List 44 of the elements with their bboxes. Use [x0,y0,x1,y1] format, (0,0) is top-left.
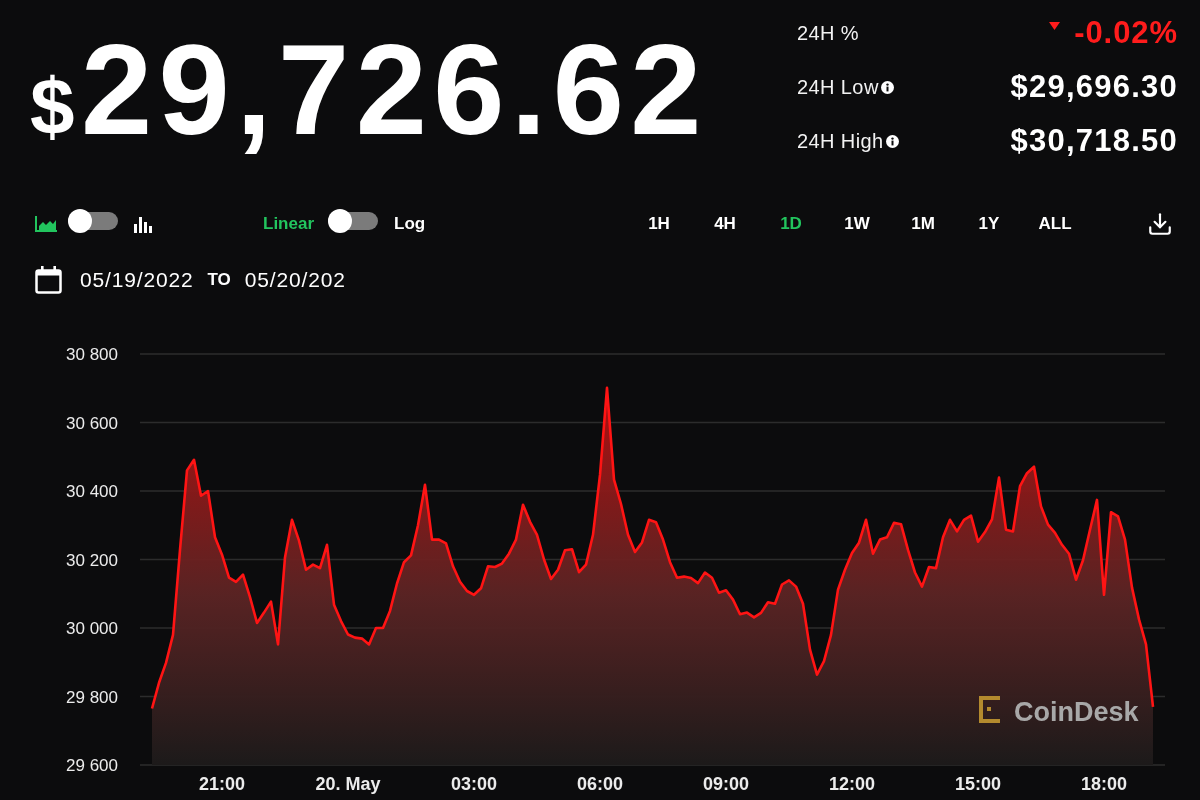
y-axis-label: 30 000 [66,619,118,638]
x-axis-label: 12:00 [829,774,875,794]
x-axis-label: 15:00 [955,774,1001,794]
date-separator: TO [207,269,231,292]
stat-value: $29,696.30 [1010,67,1178,106]
y-axis-label: 30 800 [66,345,118,364]
x-axis-label: 20. May [315,774,381,794]
timeframe-tab[interactable]: ALL [1022,211,1088,237]
scale-option[interactable]: Log [394,211,426,237]
timeframe-tab[interactable]: 4H [692,211,758,237]
calendar-icon[interactable] [35,266,62,294]
y-axis-label: 29 800 [66,687,118,707]
timeframe-tab[interactable]: 1D [758,211,824,237]
x-axis-label: 18:00 [1081,774,1127,794]
x-axis-label: 09:00 [703,774,749,794]
chart-type-toggle[interactable] [68,208,118,233]
y-axis-label: 30 400 [66,482,118,501]
timeframe-tab[interactable]: 1Y [956,211,1022,237]
timeframe-tab[interactable]: 1H [626,211,692,237]
y-axis-label: 30 600 [66,413,118,433]
stat-value: $30,718.50 [1010,121,1178,160]
bar-chart-icon[interactable] [133,215,152,233]
download-icon[interactable] [1147,211,1173,237]
stat-label: 24H Low [797,75,879,100]
info-icon[interactable] [885,134,899,148]
area-chart-icon[interactable] [35,216,57,232]
brand-name: CoinDesk [1014,697,1139,727]
scale-toggle[interactable] [328,208,379,233]
info-icon[interactable] [880,80,894,94]
x-axis-label: 03:00 [451,774,497,794]
end-date-field[interactable]: 05/20/202 [244,264,346,296]
x-axis-label: 06:00 [577,774,623,794]
timeframe-tab[interactable]: 1W [824,211,890,237]
start-date-field[interactable]: 05/19/2022 [80,264,194,296]
logo-icon [979,696,1000,723]
stat-label: 24H % [797,21,860,46]
stat-label: 24H High [797,129,884,154]
scale-option[interactable]: Linear [263,211,315,237]
timeframe-tab[interactable]: 1M [890,211,956,237]
price-value: $29,726.62 [30,26,708,154]
y-axis-label: 30 200 [66,550,118,570]
stat-value: -0.02% [1074,13,1178,52]
x-axis-label: 21:00 [199,774,245,794]
y-axis-label: 29 600 [66,756,118,775]
